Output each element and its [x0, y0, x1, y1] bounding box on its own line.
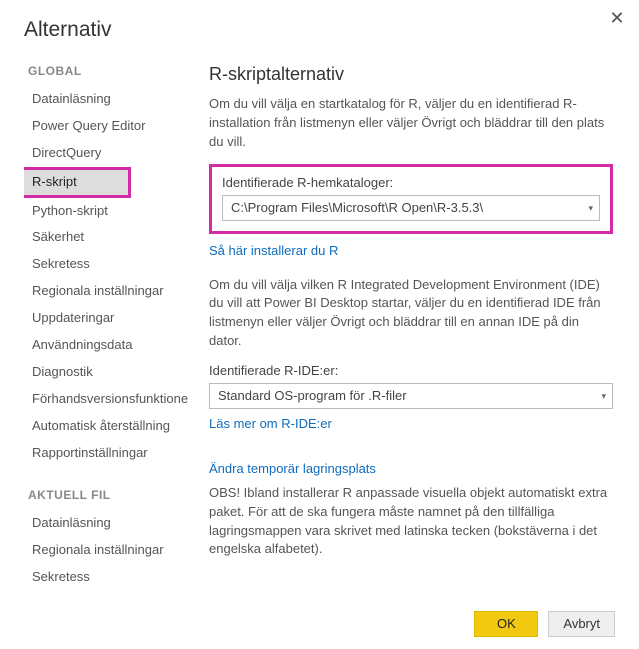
- sidebar-item-report-settings[interactable]: Rapportinställningar: [24, 440, 189, 467]
- sidebar-item-cf-data-load[interactable]: Datainläsning: [24, 510, 189, 537]
- home-dir-label: Identifierade R-hemkataloger:: [222, 175, 600, 190]
- sidebar-item-data-load[interactable]: Datainläsning: [24, 86, 189, 113]
- cancel-button[interactable]: Avbryt: [548, 611, 615, 637]
- sidebar-item-r-script[interactable]: R-skript: [24, 170, 128, 195]
- ide-label: Identifierade R-IDE:er:: [209, 363, 613, 378]
- home-dir-value: C:\Program Files\Microsoft\R Open\R-3.5.…: [231, 200, 483, 215]
- sidebar-item-directquery[interactable]: DirectQuery: [24, 140, 189, 167]
- sidebar-item-auto-recovery[interactable]: Automatisk återställning: [24, 413, 189, 440]
- dialog-title: Alternativ: [24, 18, 615, 42]
- sidebar-item-usage-data[interactable]: Användningsdata: [24, 332, 189, 359]
- main-panel: R-skriptalternativ Om du vill välja en s…: [189, 64, 615, 594]
- page-heading: R-skriptalternativ: [209, 64, 613, 85]
- sidebar-item-cf-regional[interactable]: Regionala inställningar: [24, 537, 189, 564]
- sidebar-header-global: GLOBAL: [28, 64, 189, 78]
- install-r-link[interactable]: Så här installerar du R: [209, 243, 338, 258]
- sidebar-item-diagnostics[interactable]: Diagnostik: [24, 359, 189, 386]
- intro-text: Om du vill välja en startkatalog för R, …: [209, 95, 613, 152]
- chevron-down-icon: ▾: [588, 196, 593, 220]
- sidebar-item-cf-privacy[interactable]: Sekretess: [24, 564, 189, 591]
- ide-intro-text: Om du vill välja vilken R Integrated Dev…: [209, 276, 613, 351]
- ide-select[interactable]: Standard OS-program för .R-filer ▾: [209, 383, 613, 409]
- dialog-content: GLOBAL Datainläsning Power Query Editor …: [24, 64, 615, 594]
- sidebar-item-python-script[interactable]: Python-skript: [24, 198, 189, 225]
- ok-button[interactable]: OK: [474, 611, 538, 637]
- ide-value: Standard OS-program för .R-filer: [218, 388, 407, 403]
- sidebar-item-power-query[interactable]: Power Query Editor: [24, 113, 189, 140]
- sidebar-item-updates[interactable]: Uppdateringar: [24, 305, 189, 332]
- temp-storage-note: OBS! Ibland installerar R anpassade visu…: [209, 484, 613, 559]
- ide-field-group: Identifierade R-IDE:er: Standard OS-prog…: [209, 363, 613, 409]
- change-temp-storage-link[interactable]: Ändra temporär lagringsplats: [209, 461, 376, 476]
- sidebar-item-preview-features[interactable]: Förhandsversionsfunktioner: [24, 386, 189, 413]
- highlight-box-home-dir: Identifierade R-hemkataloger: C:\Program…: [209, 164, 613, 234]
- chevron-down-icon: ▾: [601, 384, 606, 408]
- dialog-footer: OK Avbryt: [474, 611, 615, 637]
- ide-learn-more-link[interactable]: Läs mer om R-IDE:er: [209, 416, 332, 431]
- close-icon[interactable]: ✕: [607, 8, 627, 28]
- sidebar: GLOBAL Datainläsning Power Query Editor …: [24, 64, 189, 594]
- sidebar-item-cf-auto-recovery[interactable]: Automatisk återställning: [24, 591, 189, 594]
- sidebar-item-regional[interactable]: Regionala inställningar: [24, 278, 189, 305]
- options-dialog: ✕ Alternativ GLOBAL Datainläsning Power …: [0, 0, 639, 649]
- sidebar-item-security[interactable]: Säkerhet: [24, 224, 189, 251]
- sidebar-header-current-file: AKTUELL FIL: [28, 488, 189, 502]
- highlight-box-rscript: R-skript: [24, 167, 131, 198]
- sidebar-item-privacy[interactable]: Sekretess: [24, 251, 189, 278]
- home-dir-select[interactable]: C:\Program Files\Microsoft\R Open\R-3.5.…: [222, 195, 600, 221]
